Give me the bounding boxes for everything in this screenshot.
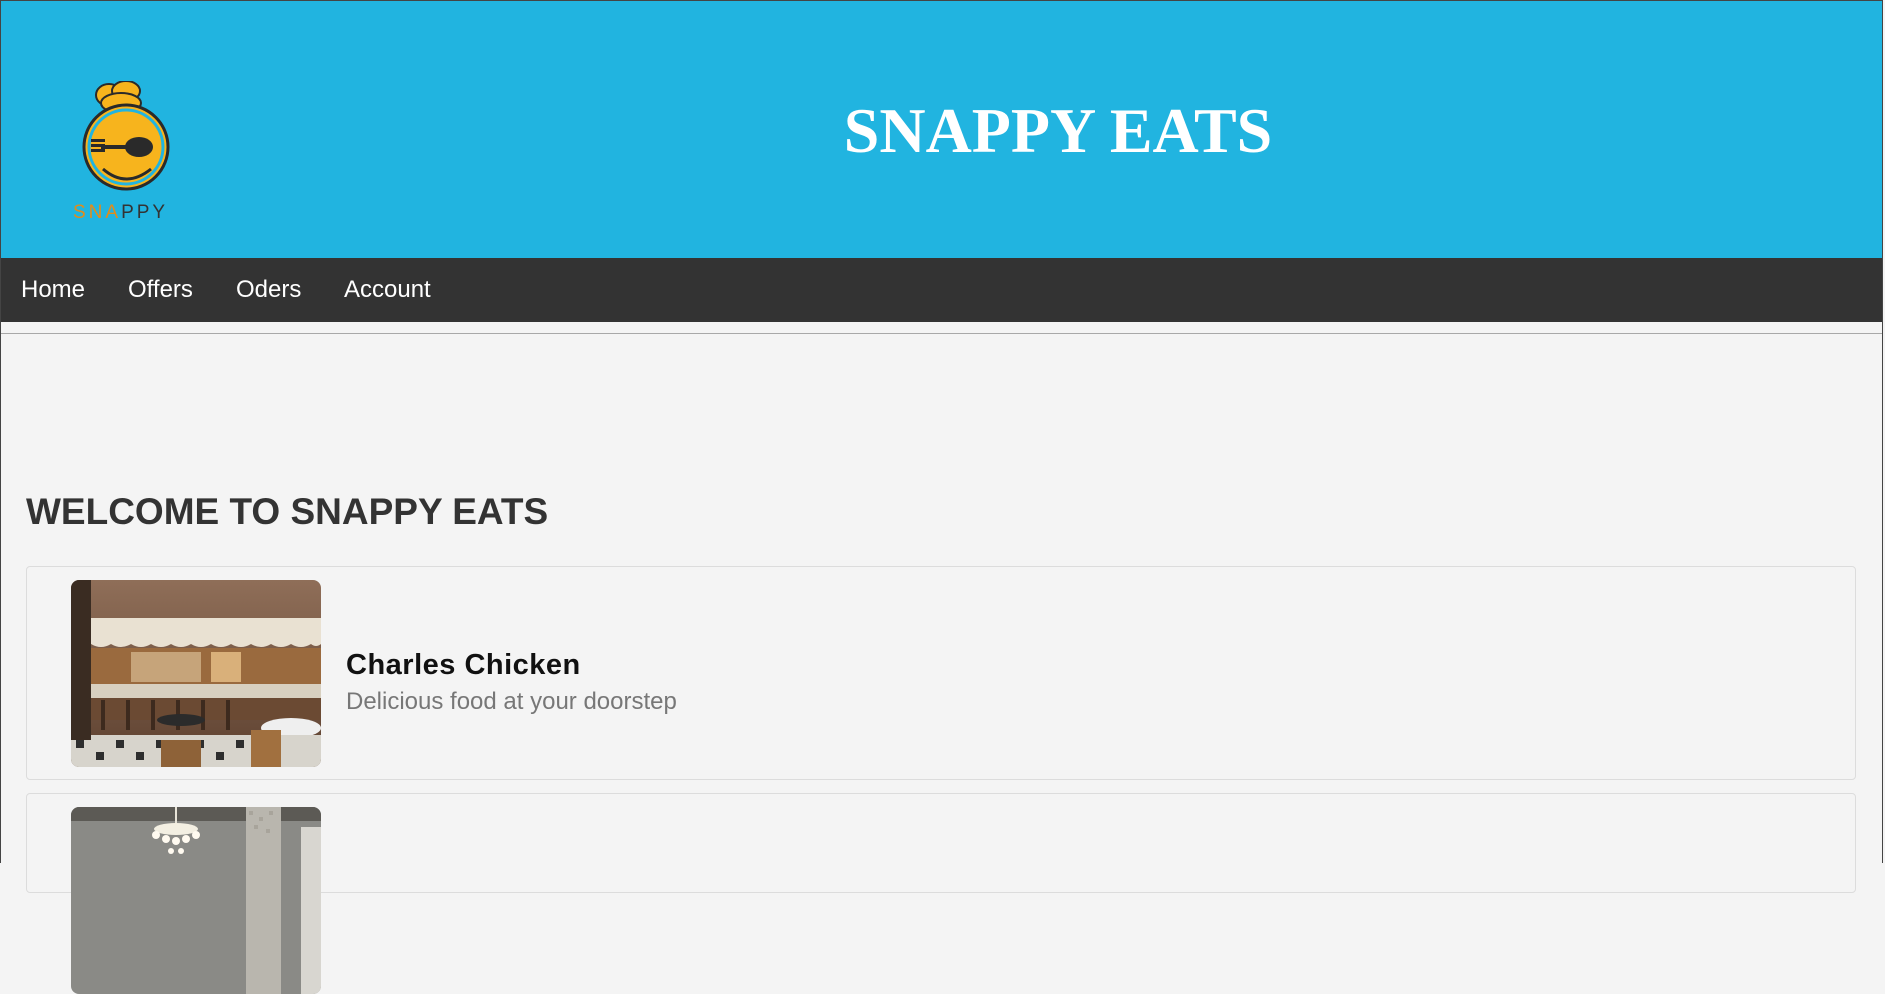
nav-home-link[interactable]: Home <box>21 276 85 304</box>
restaurant-card[interactable]: Charles Chicken Delicious food at your d… <box>26 566 1856 780</box>
restaurant-description: Delicious food at your doorstep <box>346 688 677 715</box>
welcome-heading: WELCOME TO SNAPPY EATS <box>26 491 549 532</box>
logo-wordmark-rest: PPY <box>121 202 169 223</box>
logo-wordmark: SNAPPY <box>73 202 168 224</box>
logo-wordmark-accent: SNA <box>73 202 122 223</box>
nav-offers-link[interactable]: Offers <box>128 276 193 304</box>
restaurant-name[interactable]: Charles Chicken <box>346 649 581 682</box>
site-header: SNAPPY SNAPPY EATS <box>1 1 1883 258</box>
nav-account-link[interactable]: Account <box>344 276 431 304</box>
restaurant-image[interactable] <box>71 580 321 767</box>
site-title: SNAPPY EATS <box>843 95 1273 166</box>
header-divider <box>1 333 1883 334</box>
nav-orders-link[interactable]: Oders <box>236 276 301 304</box>
restaurant-image[interactable] <box>71 807 321 994</box>
restaurant-card[interactable] <box>26 793 1856 994</box>
main-navigation: Home Offers Oders Account <box>1 258 1883 322</box>
